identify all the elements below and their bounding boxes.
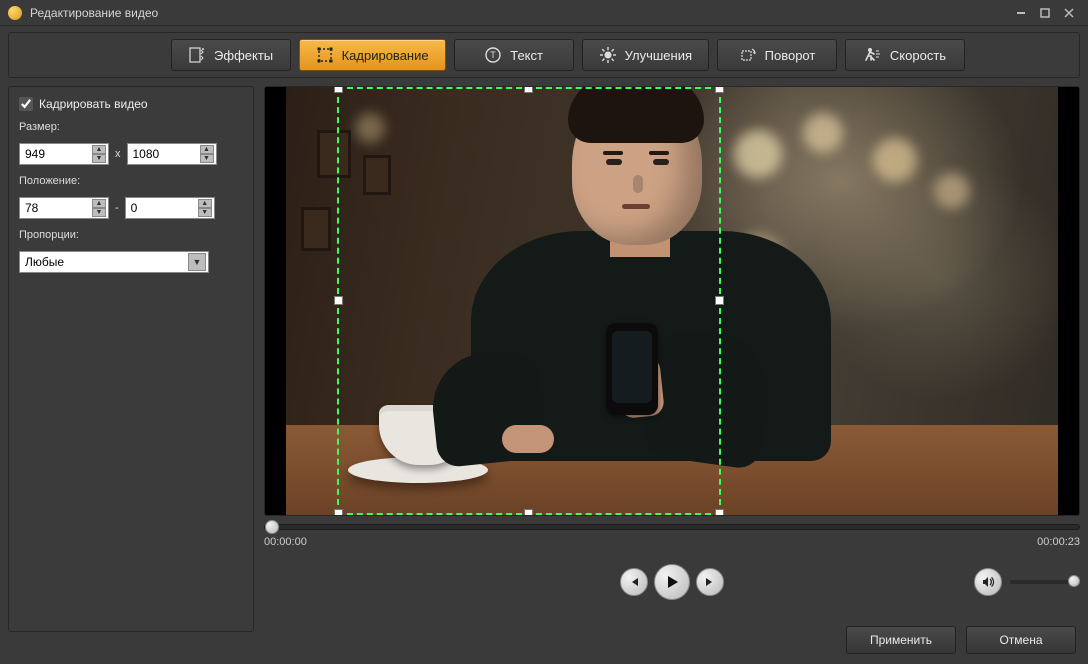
crop-handle-top-right[interactable] bbox=[715, 87, 724, 93]
crop-enable-input[interactable] bbox=[19, 97, 33, 111]
aspect-ratio-value: Любые bbox=[25, 255, 188, 269]
apply-label: Применить bbox=[870, 633, 932, 647]
cancel-label: Отмена bbox=[999, 633, 1042, 647]
video-frame bbox=[286, 87, 1058, 515]
crop-handle-mid-right[interactable] bbox=[715, 296, 724, 305]
crop-handle-top-left[interactable] bbox=[334, 87, 343, 93]
size-width-input[interactable]: 949 ▲▼ bbox=[19, 143, 109, 165]
spinner-up-icon[interactable]: ▲ bbox=[198, 199, 212, 208]
volume-slider[interactable] bbox=[1010, 580, 1080, 584]
crop-handle-mid-left[interactable] bbox=[334, 296, 343, 305]
size-height-value: 1080 bbox=[133, 147, 200, 161]
size-label: Размер: bbox=[19, 121, 243, 133]
spinner-up-icon[interactable]: ▲ bbox=[92, 199, 106, 208]
crop-handle-bottom-left[interactable] bbox=[334, 509, 343, 515]
svg-text:T: T bbox=[490, 50, 496, 60]
time-total: 00:00:23 bbox=[1037, 536, 1080, 548]
tab-enhance[interactable]: Улучшения bbox=[582, 39, 709, 71]
tab-label: Текст bbox=[510, 48, 543, 63]
position-label: Положение: bbox=[19, 175, 243, 187]
tab-label: Эффекты bbox=[214, 48, 273, 63]
position-separator: - bbox=[115, 202, 119, 214]
size-separator: x bbox=[115, 148, 121, 160]
position-x-value: 78 bbox=[25, 201, 92, 215]
spinner-up-icon[interactable]: ▲ bbox=[92, 145, 106, 154]
tab-speed[interactable]: Скорость bbox=[845, 39, 965, 71]
letterbox bbox=[265, 87, 286, 515]
size-width-value: 949 bbox=[25, 147, 92, 161]
size-height-input[interactable]: 1080 ▲▼ bbox=[127, 143, 217, 165]
minimize-button[interactable] bbox=[1010, 4, 1032, 22]
position-y-value: 0 bbox=[131, 201, 198, 215]
tab-effects[interactable]: Эффекты bbox=[171, 39, 291, 71]
crop-enable-label: Кадрировать видео bbox=[39, 97, 148, 111]
window-title: Редактирование видео bbox=[30, 6, 1008, 20]
letterbox bbox=[1058, 87, 1079, 515]
crop-handle-top-mid[interactable] bbox=[524, 87, 533, 93]
prev-frame-button[interactable] bbox=[620, 568, 648, 596]
titlebar: Редактирование видео bbox=[0, 0, 1088, 26]
seek-track[interactable] bbox=[264, 524, 1080, 530]
player-controls bbox=[264, 562, 1080, 602]
play-button[interactable] bbox=[654, 564, 690, 600]
sparkle-icon bbox=[188, 46, 206, 64]
time-current: 00:00:00 bbox=[264, 536, 307, 548]
crop-rectangle[interactable] bbox=[337, 87, 721, 515]
spinner-down-icon[interactable]: ▼ bbox=[92, 154, 106, 163]
spinner-down-icon[interactable]: ▼ bbox=[198, 208, 212, 217]
crop-handle-bottom-mid[interactable] bbox=[524, 509, 533, 515]
tab-text[interactable]: T Текст bbox=[454, 39, 574, 71]
crop-enable-checkbox[interactable]: Кадрировать видео bbox=[19, 97, 243, 111]
text-icon: T bbox=[484, 46, 502, 64]
tab-label: Улучшения bbox=[625, 48, 692, 63]
aspect-label: Пропорции: bbox=[19, 229, 243, 241]
spinner-down-icon[interactable]: ▼ bbox=[200, 154, 214, 163]
cancel-button[interactable]: Отмена bbox=[966, 626, 1076, 654]
tab-rotate[interactable]: Поворот bbox=[717, 39, 837, 71]
dialog-footer: Применить Отмена bbox=[846, 626, 1076, 654]
volume-button[interactable] bbox=[974, 568, 1002, 596]
toolbar: Эффекты Кадрирование T Текст Улучшения П… bbox=[0, 26, 1088, 86]
apply-button[interactable]: Применить bbox=[846, 626, 956, 654]
timeline: 00:00:00 00:00:23 bbox=[264, 524, 1080, 554]
spinner-up-icon[interactable]: ▲ bbox=[200, 145, 214, 154]
next-frame-button[interactable] bbox=[696, 568, 724, 596]
seek-thumb[interactable] bbox=[265, 520, 279, 534]
spinner-down-icon[interactable]: ▼ bbox=[92, 208, 106, 217]
tab-label: Поворот bbox=[765, 48, 816, 63]
chevron-down-icon[interactable]: ▼ bbox=[188, 253, 206, 271]
crop-icon bbox=[316, 46, 334, 64]
aspect-ratio-select[interactable]: Любые ▼ bbox=[19, 251, 209, 273]
volume-thumb[interactable] bbox=[1068, 575, 1080, 587]
maximize-button[interactable] bbox=[1034, 4, 1056, 22]
speed-icon bbox=[864, 46, 882, 64]
video-preview[interactable] bbox=[264, 86, 1080, 516]
close-button[interactable] bbox=[1058, 4, 1080, 22]
crop-settings-panel: Кадрировать видео Размер: 949 ▲▼ x 1080 … bbox=[8, 86, 254, 632]
crop-handle-bottom-right[interactable] bbox=[715, 509, 724, 515]
app-icon bbox=[8, 6, 22, 20]
position-x-input[interactable]: 78 ▲▼ bbox=[19, 197, 109, 219]
tab-crop[interactable]: Кадрирование bbox=[299, 39, 446, 71]
brightness-icon bbox=[599, 46, 617, 64]
rotate-icon bbox=[739, 46, 757, 64]
tab-label: Скорость bbox=[890, 48, 946, 63]
tab-label: Кадрирование bbox=[342, 48, 429, 63]
position-y-input[interactable]: 0 ▲▼ bbox=[125, 197, 215, 219]
